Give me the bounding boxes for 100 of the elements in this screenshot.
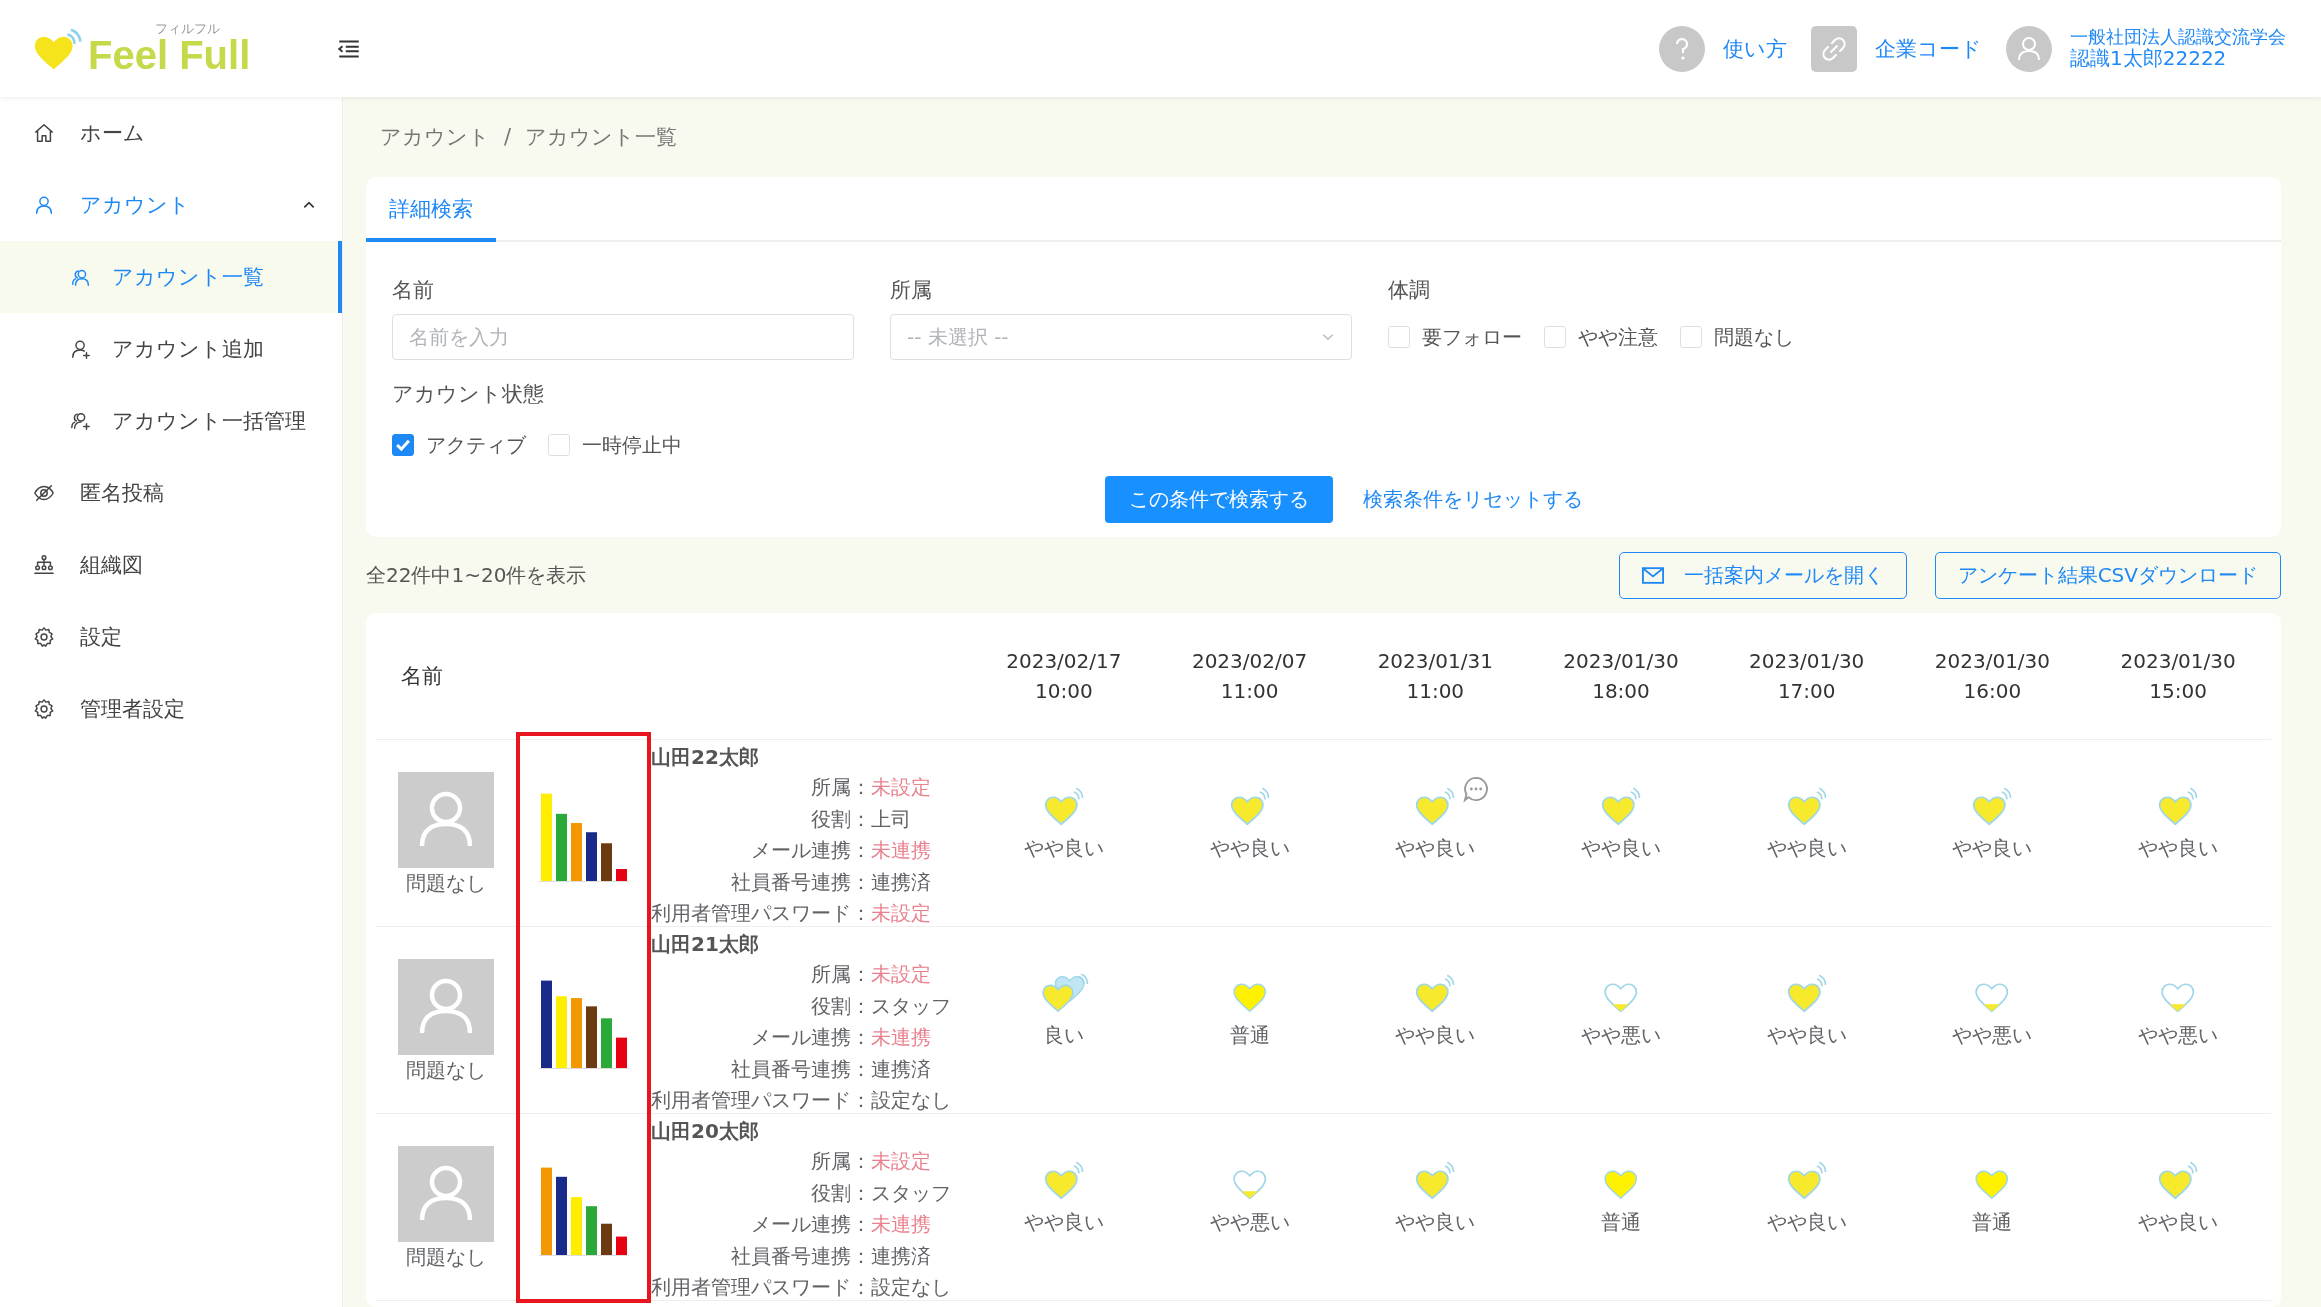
field-value: 設定なし: [871, 1087, 951, 1114]
user-plus-icon: [70, 338, 92, 360]
org-chart-icon: [33, 554, 55, 576]
mood-label: やや良い: [1395, 1209, 1476, 1237]
search-tab[interactable]: 詳細検索: [366, 177, 496, 242]
mood-label: やや良い: [2138, 835, 2219, 863]
person-name[interactable]: 山田20太郎: [651, 1116, 759, 1146]
help-link[interactable]: 使い方: [1723, 34, 1787, 63]
field-label: 所属: [810, 1148, 851, 1175]
checkbox[interactable]: [392, 434, 414, 456]
field-separator: ：: [851, 961, 871, 988]
field-separator: ：: [851, 1274, 871, 1301]
field-label: 名前: [392, 277, 435, 304]
mood-label: やや良い: [1395, 1022, 1476, 1050]
company-code-link[interactable]: 企業コード: [1875, 34, 1982, 63]
users-plus-icon: [70, 410, 92, 432]
field-label: アカウント状態: [392, 381, 545, 408]
breadcrumb-item[interactable]: アカウント: [380, 123, 490, 151]
field-value: スタッフ: [871, 1179, 951, 1207]
date-column-header: 2023/01/30 15:00: [2119, 648, 2237, 705]
sidebar-item[interactable]: アカウント: [0, 169, 342, 241]
field-value: 連携済: [871, 1055, 932, 1083]
field-value: 連携済: [871, 868, 931, 896]
field-separator: ：: [851, 1242, 871, 1270]
checkbox-label[interactable]: 問題なし: [1714, 323, 1794, 351]
user-icon: [33, 194, 55, 216]
field-value: 設定なし: [871, 1274, 951, 1301]
field-label: メール連携: [750, 837, 851, 864]
name-input-field[interactable]: 名前を入力: [392, 314, 854, 360]
sidebar-item[interactable]: 管理者設定: [0, 673, 342, 745]
home-icon: [33, 122, 55, 144]
field-value: 未連携: [871, 1024, 932, 1051]
field-value: 上司: [871, 805, 912, 833]
mood-label: 普通: [1972, 1209, 2013, 1237]
user-organization: 一般社団法人認識交流学会: [2070, 26, 2286, 48]
breadcrumb-separator: /: [504, 125, 512, 149]
field-separator: ：: [851, 1179, 871, 1207]
field-value: 未設定: [871, 900, 931, 927]
mood-label: やや良い: [1209, 835, 1290, 863]
date-column-header: 2023/01/30 18:00: [1562, 648, 1680, 705]
field-separator: ：: [851, 774, 871, 801]
help-icon[interactable]: [1659, 25, 1705, 72]
sidebar-item[interactable]: 組織図: [0, 529, 342, 601]
field-label: 社員番号連携: [730, 868, 851, 896]
field-label: 社員番号連携: [730, 1055, 851, 1083]
mood-label: やや良い: [1023, 1209, 1104, 1237]
field-separator: ：: [851, 837, 871, 864]
field-label: 利用者管理パスワード: [651, 1087, 851, 1114]
mood-label: やや良い: [1952, 835, 2033, 863]
checkbox-label[interactable]: やや注意: [1578, 323, 1658, 351]
field-value: スタッフ: [871, 992, 951, 1020]
sidebar-item[interactable]: 匿名投稿: [0, 457, 342, 529]
field-label: 社員番号連携: [730, 1242, 851, 1270]
field-separator: ：: [851, 1087, 871, 1114]
sidebar-subitem[interactable]: アカウント追加: [0, 313, 342, 385]
condition-status: 問題なし: [406, 1057, 486, 1085]
avatar-icon[interactable]: [2006, 25, 2052, 72]
checkbox-label[interactable]: アクティブ: [426, 431, 526, 459]
date-column-header: 2023/02/17 10:00: [1005, 648, 1123, 705]
field-label: 所属: [890, 277, 933, 304]
field-label: 体調: [1388, 277, 1431, 304]
gear-icon: [33, 698, 55, 720]
link-icon[interactable]: [1811, 25, 1857, 72]
person-name[interactable]: 山田22太郎: [651, 742, 759, 772]
sidebar-subitem[interactable]: アカウント一括管理: [0, 385, 342, 457]
date-column-header: 2023/01/30 16:00: [1933, 648, 2052, 705]
field-label: 所属: [810, 961, 851, 988]
field-label: メール連携: [750, 1211, 851, 1238]
mood-label: 普通: [1229, 1022, 1270, 1050]
field-label: 所属: [810, 774, 851, 801]
column-header: 名前: [400, 663, 444, 690]
mood-label: やや良い: [1395, 835, 1476, 863]
field-value: 未設定: [871, 961, 932, 988]
field-separator: ：: [851, 1148, 871, 1175]
mood-label: やや良い: [1581, 835, 1661, 863]
breadcrumb-item: アカウント一覧: [525, 124, 678, 151]
field-label: 役割: [810, 992, 851, 1020]
checkbox-label[interactable]: 要フォロー: [1422, 323, 1522, 351]
field-label: 役割: [810, 1179, 851, 1207]
comment-icon[interactable]: [1462, 775, 1491, 804]
field-value: 連携済: [871, 1242, 932, 1270]
field-separator: ：: [851, 992, 871, 1020]
mail-icon: [1641, 566, 1664, 584]
field-value: 未設定: [871, 774, 931, 801]
sidebar-item[interactable]: 設定: [0, 601, 342, 673]
sidebar-item[interactable]: ホーム: [0, 97, 342, 169]
checkbox-label[interactable]: 一時停止中: [582, 431, 682, 459]
field-label: メール連携: [750, 1024, 851, 1051]
reset-link[interactable]: 検索条件をリセットする: [1362, 486, 1583, 513]
field-label: 役割: [810, 805, 851, 833]
field-value: 未連携: [871, 837, 931, 864]
person-name[interactable]: 山田21太郎: [651, 929, 759, 959]
field-separator: ：: [851, 1055, 871, 1083]
field-separator: ：: [851, 805, 871, 833]
field-separator: ：: [851, 1211, 871, 1238]
mood-label: やや良い: [1766, 1209, 1847, 1237]
mood-label: やや悪い: [1952, 1022, 2033, 1050]
date-column-header: 2023/02/07 11:00: [1190, 648, 1309, 705]
field-label: 利用者管理パスワード: [651, 1274, 851, 1301]
field-separator: ：: [851, 868, 871, 896]
